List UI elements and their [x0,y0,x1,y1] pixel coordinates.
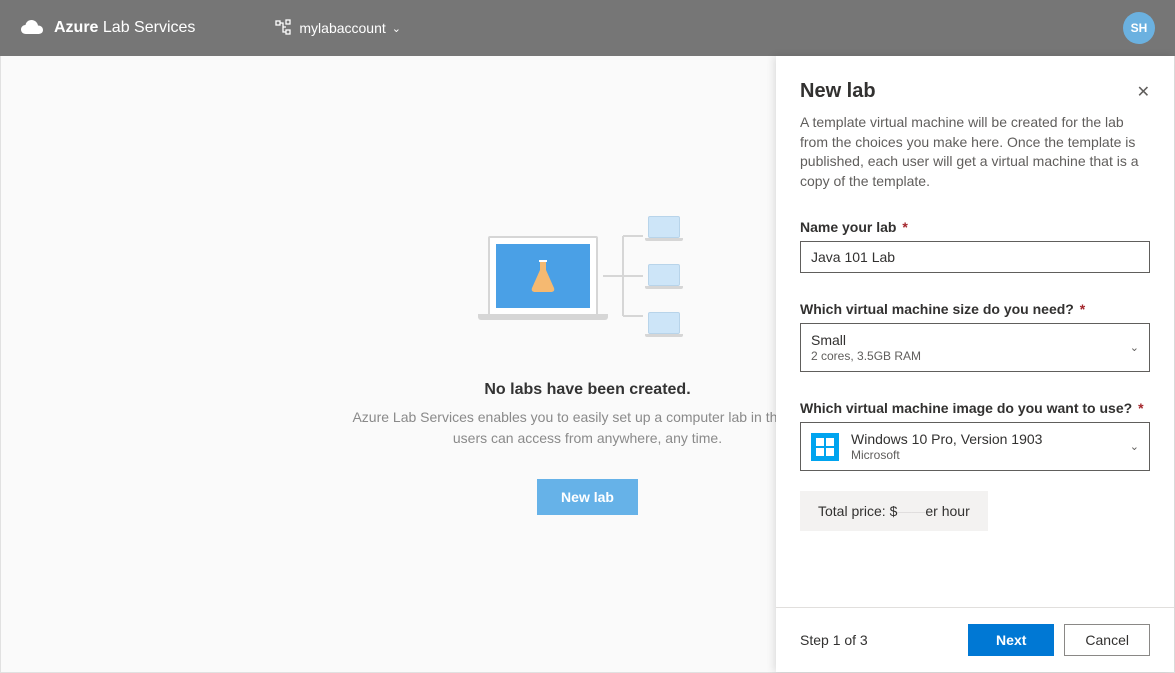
chevron-down-icon: ⌄ [1130,440,1139,453]
step-indicator: Step 1 of 3 [800,632,868,648]
cancel-button[interactable]: Cancel [1064,624,1150,656]
chevron-down-icon: ⌄ [392,22,401,35]
chevron-down-icon: ⌄ [1130,341,1139,354]
vm-image-label: Which virtual machine image do you want … [800,400,1150,416]
brand-title: Azure Lab Services [54,19,195,37]
vm-size-label: Which virtual machine size do you need? … [800,301,1150,317]
azure-cloud-icon [20,16,44,40]
vm-size-dropdown[interactable]: Small 2 cores, 3.5GB RAM ⌄ [800,323,1150,372]
top-nav-bar: Azure Lab Services mylabaccount ⌄ SH [0,0,1175,56]
user-avatar[interactable]: SH [1123,12,1155,44]
next-button[interactable]: Next [968,624,1054,656]
panel-description: A template virtual machine will be creat… [800,113,1150,191]
main-content: No labs have been created. Azure Lab Ser… [0,56,1175,673]
flow-icon [275,19,291,38]
windows-icon [811,433,839,461]
panel-title: New lab [800,80,876,103]
lab-name-label: Name your lab * [800,219,1150,235]
lab-account-selector[interactable]: mylabaccount ⌄ [275,19,401,38]
lab-illustration [478,216,698,346]
lab-account-name: mylabaccount [299,20,385,36]
empty-state-description: Azure Lab Services enables you to easily… [338,407,838,449]
new-lab-panel: New lab ✕ A template virtual machine wil… [776,56,1174,672]
lab-name-input[interactable] [800,241,1150,273]
vm-image-dropdown[interactable]: Windows 10 Pro, Version 1903 Microsoft ⌄ [800,422,1150,471]
price-summary: Total price: $——er hour [800,491,988,531]
new-lab-button[interactable]: New lab [537,479,638,515]
close-icon[interactable]: ✕ [1137,82,1150,102]
